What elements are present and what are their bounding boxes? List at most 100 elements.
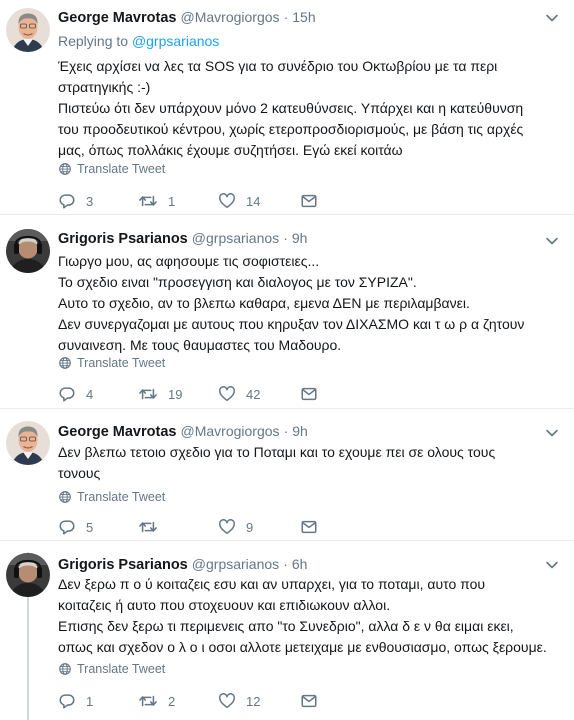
tweet-text-line: Πιστεύω ότι δεν υπάρχουν μόνο 2 κατευθύν… <box>58 100 524 116</box>
tweet-header: George Mavrotas @Mavrogiorgos · 15h <box>58 9 316 26</box>
dm-envelope-icon <box>300 518 318 536</box>
tweet[interactable]: Grigoris Psarianos @grpsarianos · 9h Γιω… <box>0 215 574 407</box>
author-name[interactable]: Grigoris Psarianos <box>58 231 188 247</box>
like-count: 12 <box>246 693 261 709</box>
avatar[interactable] <box>6 229 50 273</box>
dm-envelope-icon <box>300 692 318 710</box>
tweet-timestamp[interactable]: 15h <box>292 9 315 25</box>
replying-prefix: Replying to <box>58 33 129 49</box>
reply-icon <box>58 192 76 210</box>
reply-button[interactable]: 3 <box>58 192 93 210</box>
chevron-down-icon[interactable] <box>544 557 560 573</box>
dm-envelope-icon <box>300 385 318 403</box>
reply-count: 4 <box>86 386 94 402</box>
replying-to-link[interactable]: @grpsarianos <box>132 33 219 49</box>
reply-icon <box>58 385 76 403</box>
tweet-text-line: Επισης δεν ξερω τι περιμενεις απο "το Συ… <box>58 618 514 634</box>
author-handle[interactable]: @Mavrogiorgos <box>181 9 280 25</box>
tweet-text-line: Δεν βλεπω τετοιο σχεδιο για το Ποταμι κα… <box>58 444 496 460</box>
tweet-actions: 3 1 14 <box>58 192 358 212</box>
tweet-timestamp[interactable]: 9h <box>292 423 308 439</box>
author-name[interactable]: George Mavrotas <box>58 424 176 440</box>
reply-icon <box>58 518 76 536</box>
like-button[interactable]: 14 <box>218 192 260 210</box>
reply-button[interactable]: 5 <box>58 518 93 536</box>
author-handle[interactable]: @grpsarianos <box>192 230 279 246</box>
retweet-button[interactable] <box>138 518 168 536</box>
tweet-text-line: στρατηγικής :-) <box>58 79 151 95</box>
separator-dot: · <box>283 230 288 246</box>
avatar[interactable] <box>6 553 50 597</box>
tweet-text-line: οπως και σχεδον ο λ ο ι οσοι αλλοτε μετε… <box>58 639 547 655</box>
tweet[interactable]: George Mavrotas @Mavrogiorgos · 9h Δεν β… <box>0 409 574 539</box>
tweet-timestamp[interactable]: 9h <box>292 230 308 246</box>
tweet-text-line: μας, όπως πολλάκις έχουμε συζητήσει. Εγώ… <box>58 142 403 158</box>
tweet-text: Έχεις αρχίσει να λες τα SOS για το συνέδ… <box>58 56 563 161</box>
reply-button[interactable]: 1 <box>58 692 93 710</box>
like-button[interactable]: 42 <box>218 385 260 403</box>
translate-tweet-link[interactable]: Translate Tweet <box>58 662 165 676</box>
translate-globe-icon <box>58 490 72 504</box>
separator-dot: · <box>283 423 289 439</box>
tweet-timestamp[interactable]: 6h <box>292 556 308 572</box>
like-button[interactable]: 9 <box>218 518 253 536</box>
tweet-header: George Mavrotas @Mavrogiorgos · 9h <box>58 423 308 440</box>
avatar[interactable] <box>6 8 50 52</box>
author-name[interactable]: George Mavrotas <box>58 10 176 26</box>
tweet[interactable]: George Mavrotas @Mavrogiorgos · 15h Repl… <box>0 0 574 214</box>
like-icon <box>218 385 236 403</box>
retweet-button[interactable]: 2 <box>138 692 175 710</box>
retweet-count: 1 <box>168 193 176 209</box>
reply-button[interactable]: 4 <box>58 385 93 403</box>
chevron-down-icon[interactable] <box>544 10 560 26</box>
like-button[interactable]: 12 <box>218 692 260 710</box>
author-handle[interactable]: @grpsarianos <box>192 556 279 572</box>
reply-count: 3 <box>86 193 94 209</box>
reply-icon <box>58 692 76 710</box>
chevron-down-icon[interactable] <box>544 425 560 441</box>
translate-globe-icon <box>58 356 72 370</box>
tweet-actions: 4 19 42 <box>58 385 358 405</box>
like-count: 9 <box>246 519 254 535</box>
tweet-header: Grigoris Psarianos @grpsarianos · 6h <box>58 556 307 573</box>
translate-globe-icon <box>58 162 72 176</box>
translate-label: Translate Tweet <box>77 162 166 176</box>
reply-count: 1 <box>86 693 94 709</box>
tweet-text-line: τονους <box>58 465 101 481</box>
translate-tweet-link[interactable]: Translate Tweet <box>58 356 165 370</box>
tweet-text-line: Αυτο το σχεδιο, αν το βλεπω καθαρα, εμεν… <box>58 295 470 311</box>
tweet-thread: George Mavrotas @Mavrogiorgos · 15h Repl… <box>0 0 574 720</box>
retweet-icon <box>138 192 158 210</box>
retweet-icon <box>138 692 158 710</box>
avatar[interactable] <box>6 421 50 465</box>
retweet-icon <box>138 518 158 536</box>
translate-tweet-link[interactable]: Translate Tweet <box>58 162 165 176</box>
tweet[interactable]: Grigoris Psarianos @grpsarianos · 6h Δεν… <box>0 541 574 720</box>
like-count: 42 <box>246 386 261 402</box>
tweet-actions: 5 9 <box>58 518 358 538</box>
author-name[interactable]: Grigoris Psarianos <box>58 557 188 573</box>
tweet-text: Δεν ξερω π ο ύ κοιταζεις εσυ και αν υπαρ… <box>58 574 563 658</box>
retweet-button[interactable]: 19 <box>138 385 182 403</box>
like-icon <box>218 518 236 536</box>
direct-message-button[interactable] <box>300 192 318 210</box>
direct-message-button[interactable] <box>300 385 318 403</box>
translate-tweet-link[interactable]: Translate Tweet <box>58 490 165 504</box>
tweet-text-line: Το σχεδιο ειναι "προσεγγιση και διαλογος… <box>58 274 417 290</box>
tweet-text-line: Έχεις αρχίσει να λες τα SOS για το συνέδ… <box>58 58 498 74</box>
chevron-down-icon[interactable] <box>544 233 560 249</box>
translate-globe-icon <box>58 662 72 676</box>
tweet-text: Γιωργο μου, ας αφησουμε τις σοφιστειες..… <box>58 251 563 356</box>
direct-message-button[interactable] <box>300 692 318 710</box>
tweet-text: Δεν βλεπω τετοιο σχεδιο για το Ποταμι κα… <box>58 442 563 484</box>
separator-dot: · <box>283 9 289 25</box>
replying-to: Replying to @grpsarianos <box>58 33 219 49</box>
like-count: 14 <box>246 193 261 209</box>
author-handle[interactable]: @Mavrogiorgos <box>181 423 280 439</box>
translate-label: Translate Tweet <box>77 490 166 504</box>
direct-message-button[interactable] <box>300 518 318 536</box>
tweet-text-line: του προοδευτικού κέντρου, χωρίς ετεροπρο… <box>58 121 524 137</box>
retweet-button[interactable]: 1 <box>138 192 175 210</box>
tweet-text-line: Γιωργο μου, ας αφησουμε τις σοφιστειες..… <box>58 253 320 269</box>
like-icon <box>218 192 236 210</box>
